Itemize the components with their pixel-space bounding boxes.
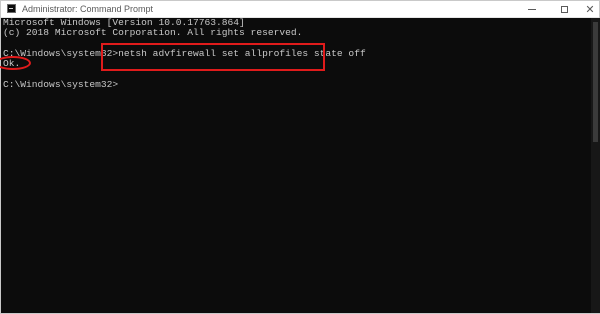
window-title: Administrator: Command Prompt: [22, 4, 154, 14]
console-line-copyright: (c) 2018 Microsoft Corporation. All righ…: [3, 27, 303, 39]
cmd-icon: [7, 4, 16, 13]
console-prompt[interactable]: C:\Windows\system32>: [3, 79, 118, 91]
close-icon: ✕: [585, 2, 595, 16]
minimize-button[interactable]: [517, 1, 547, 17]
command-highlight-box: [101, 43, 325, 71]
maximize-icon: [560, 5, 568, 13]
minimize-icon: [528, 8, 536, 10]
title-bar[interactable]: Administrator: Command Prompt ✕: [1, 1, 599, 18]
vertical-scrollbar[interactable]: [591, 18, 600, 313]
close-button[interactable]: ✕: [575, 1, 600, 17]
scrollbar-thumb[interactable]: [593, 22, 598, 142]
command-prompt-window: Administrator: Command Prompt ✕ Microsof…: [0, 0, 600, 314]
